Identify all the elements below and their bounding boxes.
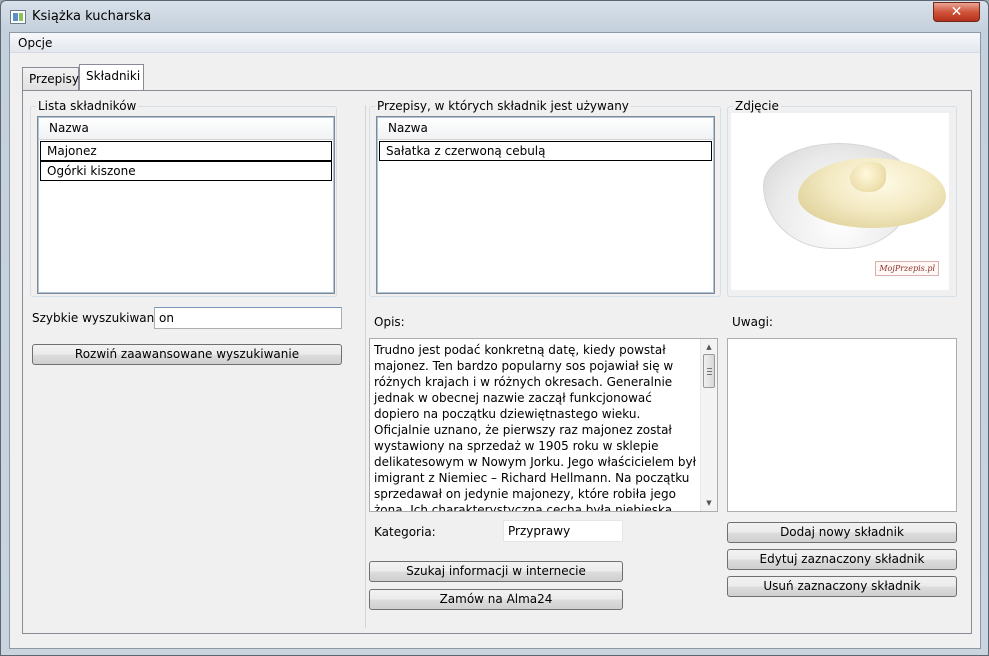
edit-ingredient-button[interactable]: Edytuj zaznaczony składnik <box>727 549 957 570</box>
notes-label: Uwagi: <box>732 315 773 329</box>
description-scrollbar[interactable]: ▲ ▼ <box>700 339 717 511</box>
tab-recipes[interactable]: Przepisy <box>22 67 79 91</box>
delete-ingredient-button[interactable]: Usuń zaznaczony składnik <box>727 576 957 597</box>
ingredients-column-header[interactable]: Nazwa <box>39 118 333 140</box>
client-area: Opcje Przepisy Składniki Lista składnikó… <box>9 32 981 649</box>
grip-line <box>707 374 712 375</box>
swirl-image <box>850 162 886 192</box>
category-label: Kategoria: <box>374 525 436 539</box>
list-item[interactable]: Majonez <box>40 141 332 161</box>
list-item[interactable]: Sałatka z czerwoną cebulą <box>379 141 712 161</box>
vertical-separator <box>365 105 366 628</box>
quick-search-label: Szybkie wyszukiwanie: <box>32 311 170 325</box>
window-title: Książka kucharska <box>32 9 152 24</box>
app-icon <box>10 10 26 24</box>
ingredients-list[interactable]: Nazwa Majonez Ogórki kiszone <box>37 116 335 294</box>
search-web-button[interactable]: Szukaj informacji w internecie <box>369 561 623 582</box>
scroll-down-icon[interactable]: ▼ <box>701 495 717 511</box>
tab-ingredients[interactable]: Składniki <box>79 64 144 90</box>
title-bar[interactable]: Książka kucharska ✕ <box>1 1 988 33</box>
ingredients-tab-panel: Lista składników Nazwa Majonez Ogórki ki… <box>22 90 972 634</box>
category-value: Przyprawy <box>503 520 623 542</box>
list-item[interactable]: Ogórki kiszone <box>40 161 332 181</box>
quick-search-input[interactable]: on <box>154 307 342 329</box>
close-button[interactable]: ✕ <box>933 2 980 22</box>
recipes-column-header[interactable]: Nazwa <box>378 118 713 140</box>
grip-line <box>707 371 712 372</box>
add-ingredient-button[interactable]: Dodaj nowy składnik <box>727 522 957 543</box>
recipes-group-title: Przepisy, w których składnik jest używan… <box>375 99 631 113</box>
bowl-image <box>763 143 946 249</box>
photo-group-title: Zdjęcie <box>733 99 781 113</box>
scroll-up-icon[interactable]: ▲ <box>701 339 717 355</box>
menu-bar: Opcje <box>10 33 980 53</box>
description-label: Opis: <box>374 315 405 329</box>
description-text: Trudno jest podać konkretną datę, kiedy … <box>374 343 696 512</box>
notes-textarea[interactable] <box>727 338 957 512</box>
recipes-list[interactable]: Nazwa Sałatka z czerwoną cebulą <box>376 116 715 294</box>
ingredient-photo: MojPrzepis.pl <box>731 113 949 290</box>
app-window: Książka kucharska ✕ Opcje Przepisy Skład… <box>0 0 989 656</box>
description-textarea[interactable]: Trudno jest podać konkretną datę, kiedy … <box>369 338 718 512</box>
grip-line <box>707 368 712 369</box>
menu-options[interactable]: Opcje <box>18 36 52 50</box>
ingredients-group: Lista składników Nazwa Majonez Ogórki ki… <box>30 99 337 297</box>
photo-watermark: MojPrzepis.pl <box>875 261 939 276</box>
order-button[interactable]: Zamów na Alma24 <box>369 589 623 610</box>
ingredients-group-title: Lista składników <box>36 99 139 113</box>
recipes-group: Przepisy, w których składnik jest używan… <box>369 99 721 297</box>
photo-group: Zdjęcie MojPrzepis.pl <box>727 99 957 297</box>
scroll-thumb[interactable] <box>703 354 715 388</box>
advanced-search-button[interactable]: Rozwiń zaawansowane wyszukiwanie <box>32 344 342 365</box>
